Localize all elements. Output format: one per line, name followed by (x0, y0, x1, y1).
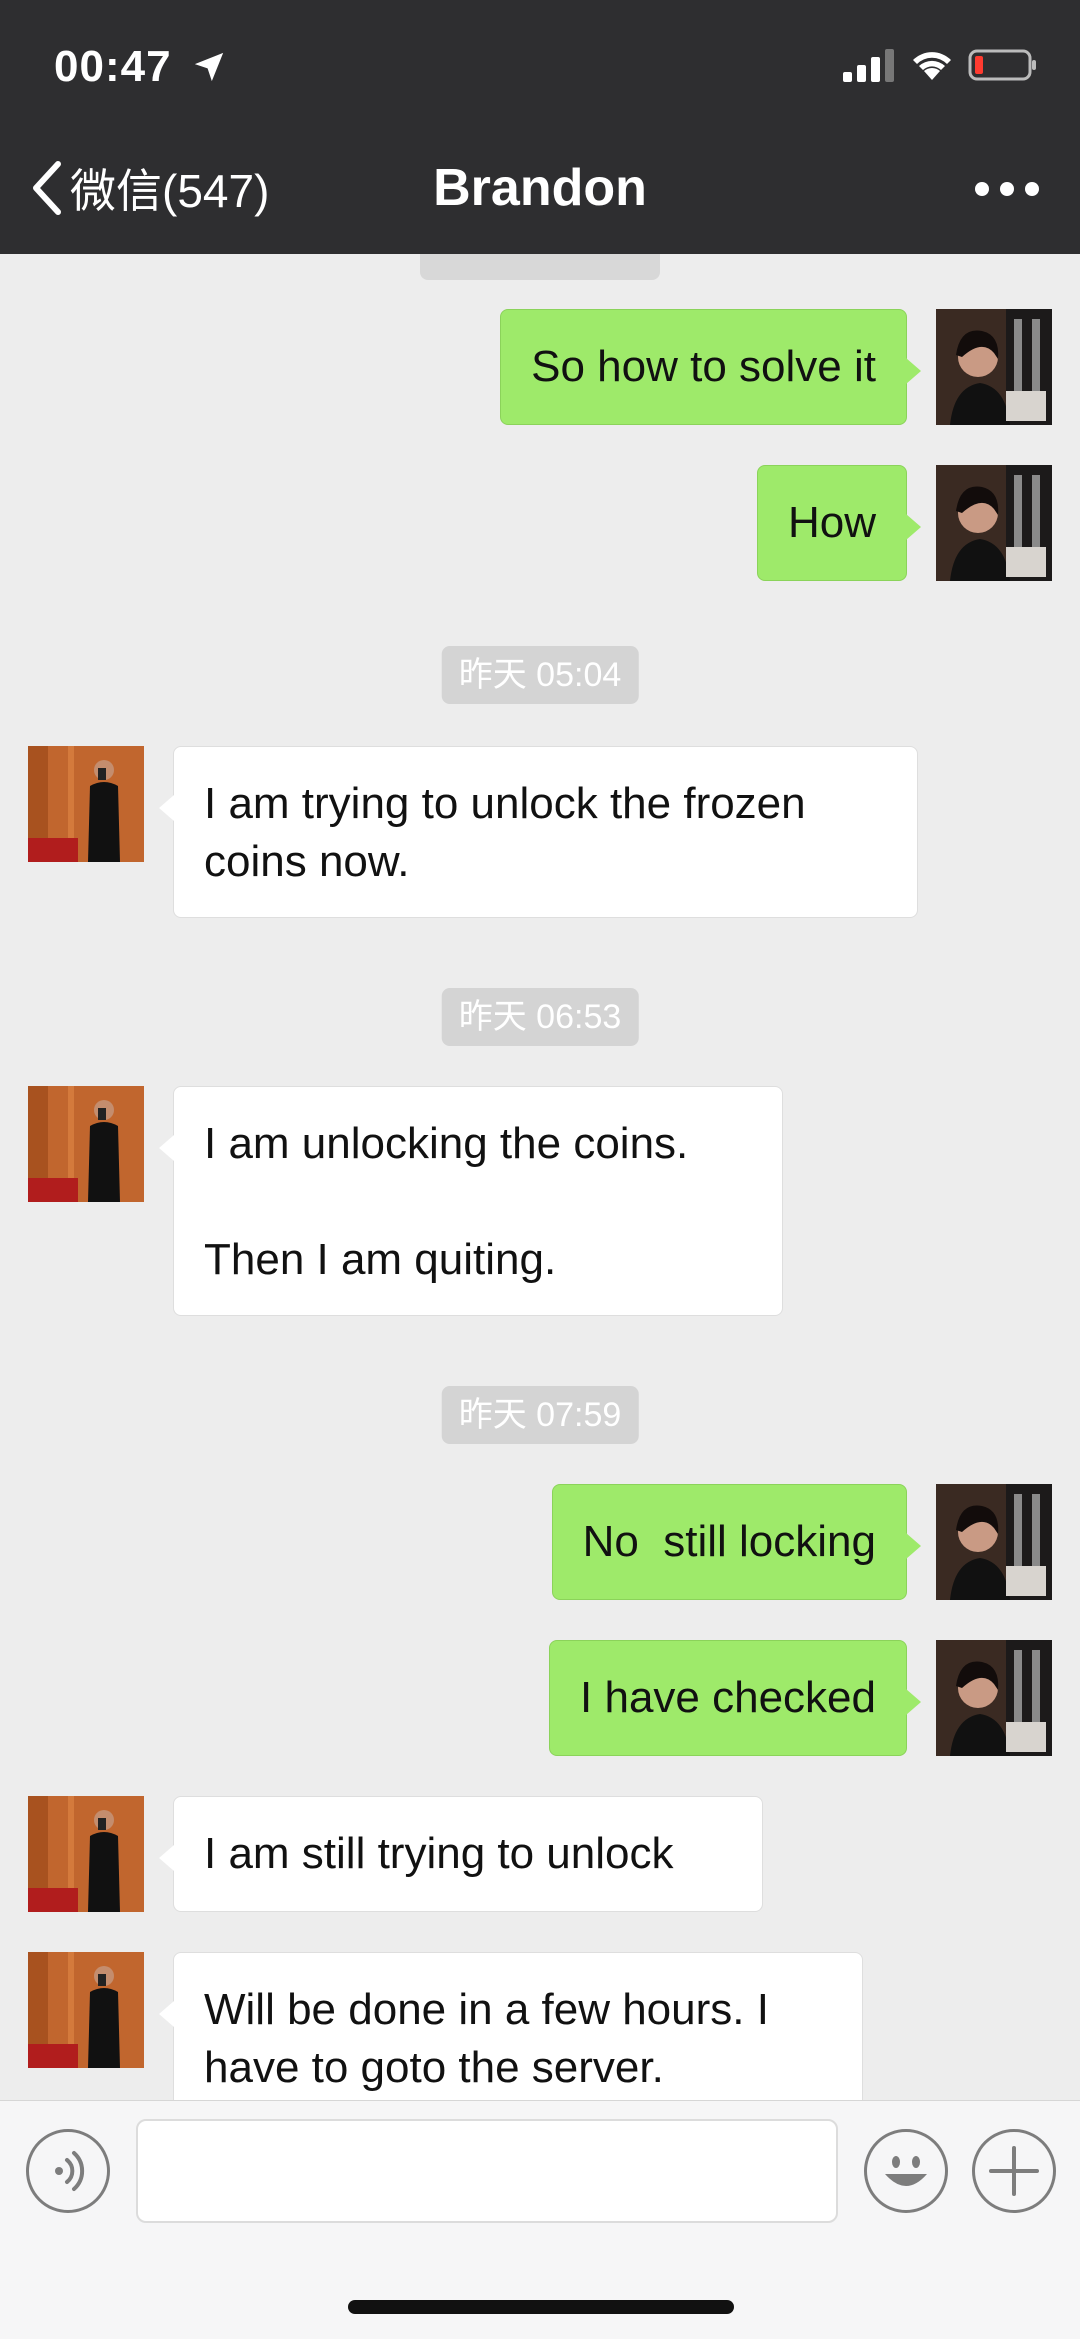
message-bubble-received[interactable]: I am unlocking the coins. Then I am quit… (159, 1086, 783, 1316)
voice-input-button[interactable] (26, 2129, 110, 2213)
my-avatar[interactable] (936, 1640, 1052, 1756)
status-time: 00:47 (54, 42, 172, 91)
contact-avatar[interactable] (28, 746, 144, 862)
message-bubble-received[interactable]: Will be done in a few hours. I have to g… (159, 1952, 863, 2100)
emoji-button[interactable] (864, 2129, 948, 2213)
timestamp-pill: 昨天 06:53 (441, 988, 639, 1046)
contact-avatar[interactable] (28, 1796, 144, 1912)
my-avatar[interactable] (936, 309, 1052, 425)
chat-title: Brandon (433, 159, 647, 217)
location-arrow-icon (194, 52, 224, 82)
message-bubble-sent[interactable]: So how to solve it (500, 309, 921, 425)
contact-avatar[interactable] (28, 1086, 144, 1202)
message-list[interactable]: So how to solve it How 昨天 05:04 I am try… (0, 254, 1080, 2100)
more-features-button[interactable] (972, 2129, 1056, 2213)
contact-avatar[interactable] (28, 1952, 144, 2068)
message-bubble-received[interactable]: I am trying to unlock the frozen coins n… (159, 746, 918, 918)
message-bubble-sent[interactable]: No still locking (551, 1484, 922, 1600)
my-avatar[interactable] (936, 465, 1052, 581)
top-bar: 00:47 微信(547) Brandon (0, 0, 1080, 254)
battery-icon (968, 49, 1036, 81)
time-pill-partial (420, 254, 660, 280)
timestamp-pill: 昨天 05:04 (441, 646, 639, 704)
message-bubble-sent[interactable]: I have checked (549, 1640, 921, 1756)
message-bubble-sent[interactable]: How (756, 465, 922, 581)
cellular-signal-icon (843, 49, 894, 82)
home-indicator[interactable] (348, 2300, 734, 2314)
my-avatar[interactable] (936, 1484, 1052, 1600)
plus-icon (989, 2146, 1039, 2196)
timestamp-pill: 昨天 07:59 (441, 1386, 639, 1444)
message-input[interactable] (136, 2119, 838, 2223)
smiley-icon (885, 2156, 927, 2186)
voice-icon (55, 2151, 85, 2191)
more-options-icon[interactable] (972, 172, 1042, 206)
wifi-icon (913, 52, 951, 80)
message-bubble-received[interactable]: I am still trying to unlock (159, 1796, 763, 1912)
